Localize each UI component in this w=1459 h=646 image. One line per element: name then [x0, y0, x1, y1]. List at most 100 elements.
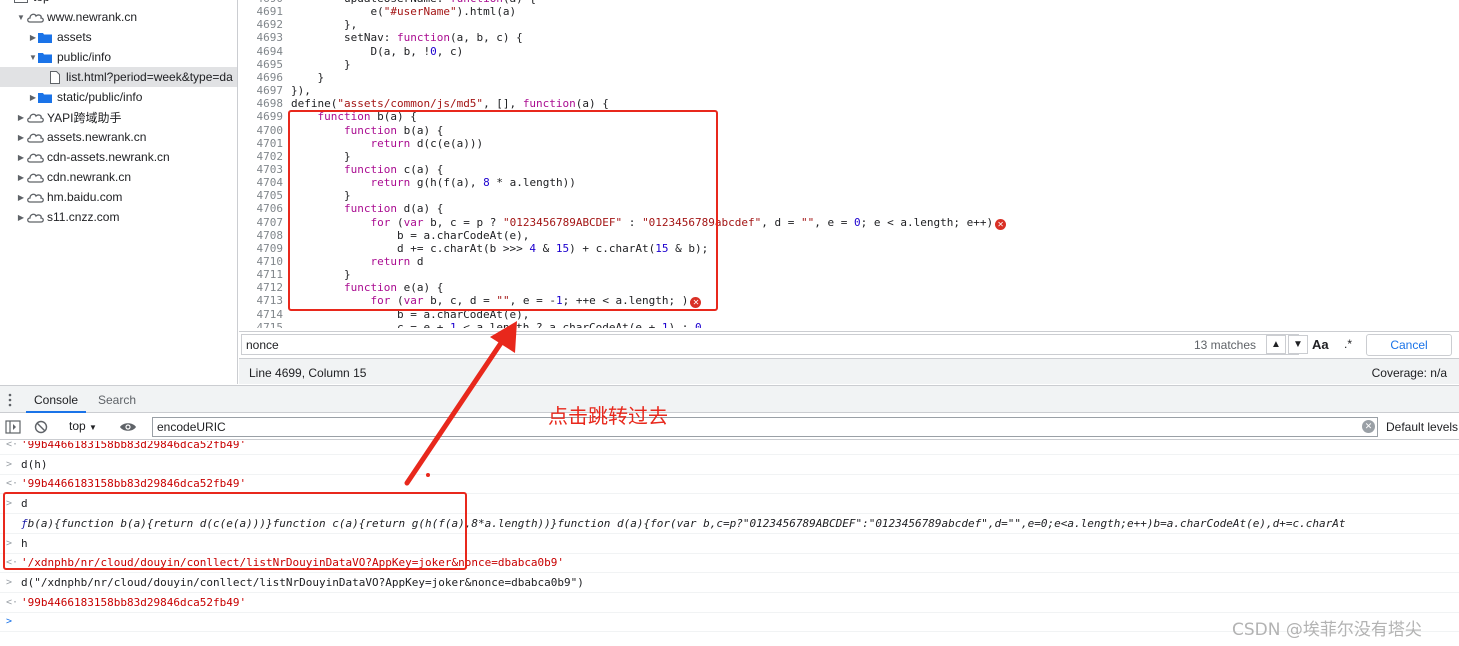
cloud-icon: [26, 191, 44, 203]
line-number[interactable]: 4707: [239, 216, 284, 229]
log-levels-dropdown[interactable]: Default levels: [1386, 420, 1458, 434]
line-number[interactable]: 4693: [239, 31, 284, 44]
code-text: D(a, b, !0, c): [291, 44, 464, 58]
line-number[interactable]: 4706: [239, 202, 284, 215]
console-toolbar: top ▼ ✕ Default levels: [0, 414, 1459, 440]
collapse-arrow-icon[interactable]: ▶: [16, 193, 26, 202]
tree-item-label: hm.baidu.com: [47, 190, 123, 204]
collapse-arrow-icon[interactable]: ▶: [16, 113, 26, 122]
collapse-arrow-icon[interactable]: ▶: [16, 213, 26, 222]
tree-item[interactable]: ▶ cdn-assets.newrank.cn: [0, 147, 237, 167]
collapse-arrow-icon[interactable]: ▶: [16, 133, 26, 142]
tree-item-label: top: [33, 0, 50, 4]
line-number[interactable]: 4700: [239, 124, 284, 137]
filter-input[interactable]: [152, 417, 1378, 437]
expand-arrow-icon[interactable]: ▼: [28, 53, 38, 62]
coverage-status[interactable]: Coverage: n/a: [1372, 366, 1447, 380]
line-number[interactable]: 4709: [239, 242, 284, 255]
tree-item[interactable]: list.html?period=week&type=da: [0, 67, 237, 87]
line-number[interactable]: 4697: [239, 84, 284, 97]
line-number[interactable]: 4698: [239, 97, 284, 110]
next-match-button[interactable]: ▼: [1288, 335, 1308, 354]
collapse-arrow-icon[interactable]: ▶: [28, 93, 38, 102]
expand-arrow-icon[interactable]: ▼: [4, 0, 14, 2]
code-line: 4696 }: [239, 71, 1459, 84]
prev-match-button[interactable]: ▲: [1266, 335, 1286, 354]
console-result: '99b4466183158bb83d29846dca52fb49': [21, 441, 247, 451]
cloud-icon: [26, 151, 44, 163]
line-number[interactable]: 4701: [239, 137, 284, 150]
collapse-arrow-icon[interactable]: ▶: [28, 33, 38, 42]
more-options-icon[interactable]: [8, 393, 12, 407]
input-prompt-icon: >: [6, 458, 13, 470]
sidebar-toggle-icon[interactable]: [5, 420, 21, 434]
tree-item[interactable]: ▶ static/public/info: [0, 87, 237, 107]
tree-item[interactable]: ▶ assets.newrank.cn: [0, 127, 237, 147]
tab-console[interactable]: Console: [26, 386, 87, 413]
code-text: define("assets/common/js/md5", [], funct…: [291, 97, 609, 111]
line-number[interactable]: 4710: [239, 255, 284, 268]
line-number[interactable]: 4705: [239, 189, 284, 202]
tree-item[interactable]: ▼ top: [0, 0, 237, 7]
tree-item[interactable]: ▶ s11.cnzz.com: [0, 207, 237, 227]
line-number[interactable]: 4714: [239, 308, 284, 321]
line-number[interactable]: 4712: [239, 281, 284, 294]
match-count: 13 matches: [1194, 338, 1257, 352]
code-line: 4691 e("#userName").html(a): [239, 5, 1459, 18]
console-row: <· '99b4466183158bb83d29846dca52fb49': [0, 593, 1459, 613]
line-number[interactable]: 4695: [239, 58, 284, 71]
tab-search[interactable]: Search: [90, 386, 144, 413]
line-number[interactable]: 4715: [239, 321, 284, 328]
console-row: > d("/xdnphb/nr/cloud/douyin/conllect/lis…: [0, 573, 1459, 593]
line-number[interactable]: 4713: [239, 294, 284, 307]
tree-item[interactable]: ▼ www.newrank.cn: [0, 7, 237, 27]
tree-item-label: assets.newrank.cn: [47, 130, 147, 144]
code-line: 4697}),: [239, 84, 1459, 97]
code-line: 4693 setNav: function(a, b, c) {: [239, 31, 1459, 44]
code-line: 4692 },: [239, 18, 1459, 31]
clear-filter-icon[interactable]: ✕: [1362, 420, 1375, 433]
context-label: top: [69, 419, 86, 433]
expand-arrow-icon[interactable]: ▼: [16, 13, 26, 22]
cancel-button[interactable]: Cancel: [1366, 334, 1452, 356]
context-selector[interactable]: top ▼: [69, 419, 97, 433]
cloud-icon: [26, 211, 44, 223]
tree-item-label: static/public/info: [57, 90, 143, 104]
line-number[interactable]: 4692: [239, 18, 284, 31]
console-prompt-icon: >: [6, 616, 13, 628]
line-number[interactable]: 4704: [239, 176, 284, 189]
tree-item[interactable]: ▶ assets: [0, 27, 237, 47]
tree-item-label: cdn.newrank.cn: [47, 170, 132, 184]
file-icon: [50, 70, 60, 84]
line-number[interactable]: 4703: [239, 163, 284, 176]
line-number[interactable]: 4708: [239, 229, 284, 242]
line-number[interactable]: 4699: [239, 110, 284, 123]
match-case-button[interactable]: Aa: [1312, 337, 1329, 352]
tree-item-label: list.html?period=week&type=da: [66, 70, 233, 84]
tree-item[interactable]: ▼ public/info: [0, 47, 237, 67]
regex-button[interactable]: .*: [1344, 337, 1352, 351]
cloud-icon: [26, 11, 44, 23]
tree-item[interactable]: ▶ YAPI跨域助手: [0, 107, 237, 127]
folder-icon: [38, 52, 52, 63]
code-line: 4694 D(a, b, !0, c): [239, 45, 1459, 58]
tree-item-label: assets: [57, 30, 92, 44]
eye-icon[interactable]: [119, 421, 137, 433]
tree-item[interactable]: ▶ hm.baidu.com: [0, 187, 237, 207]
result-arrow-icon: <·: [6, 441, 19, 450]
line-number[interactable]: 4691: [239, 5, 284, 18]
collapse-arrow-icon[interactable]: ▶: [16, 153, 26, 162]
tree-item-label: YAPI跨域助手: [47, 110, 122, 125]
line-number[interactable]: 4696: [239, 71, 284, 84]
file-tree: ▼ top ▼ www.newrank.cn ▶ assets ▼ public/info li…: [0, 0, 238, 384]
frame-icon: [14, 0, 28, 3]
collapse-arrow-icon[interactable]: ▶: [16, 173, 26, 182]
line-number[interactable]: 4702: [239, 150, 284, 163]
folder-icon: [38, 92, 52, 103]
code-text: }),: [291, 84, 311, 98]
folder-icon: [38, 32, 52, 43]
tree-item[interactable]: ▶ cdn.newrank.cn: [0, 167, 237, 187]
clear-console-icon[interactable]: [34, 420, 48, 434]
line-number[interactable]: 4711: [239, 268, 284, 281]
line-number[interactable]: 4694: [239, 45, 284, 58]
